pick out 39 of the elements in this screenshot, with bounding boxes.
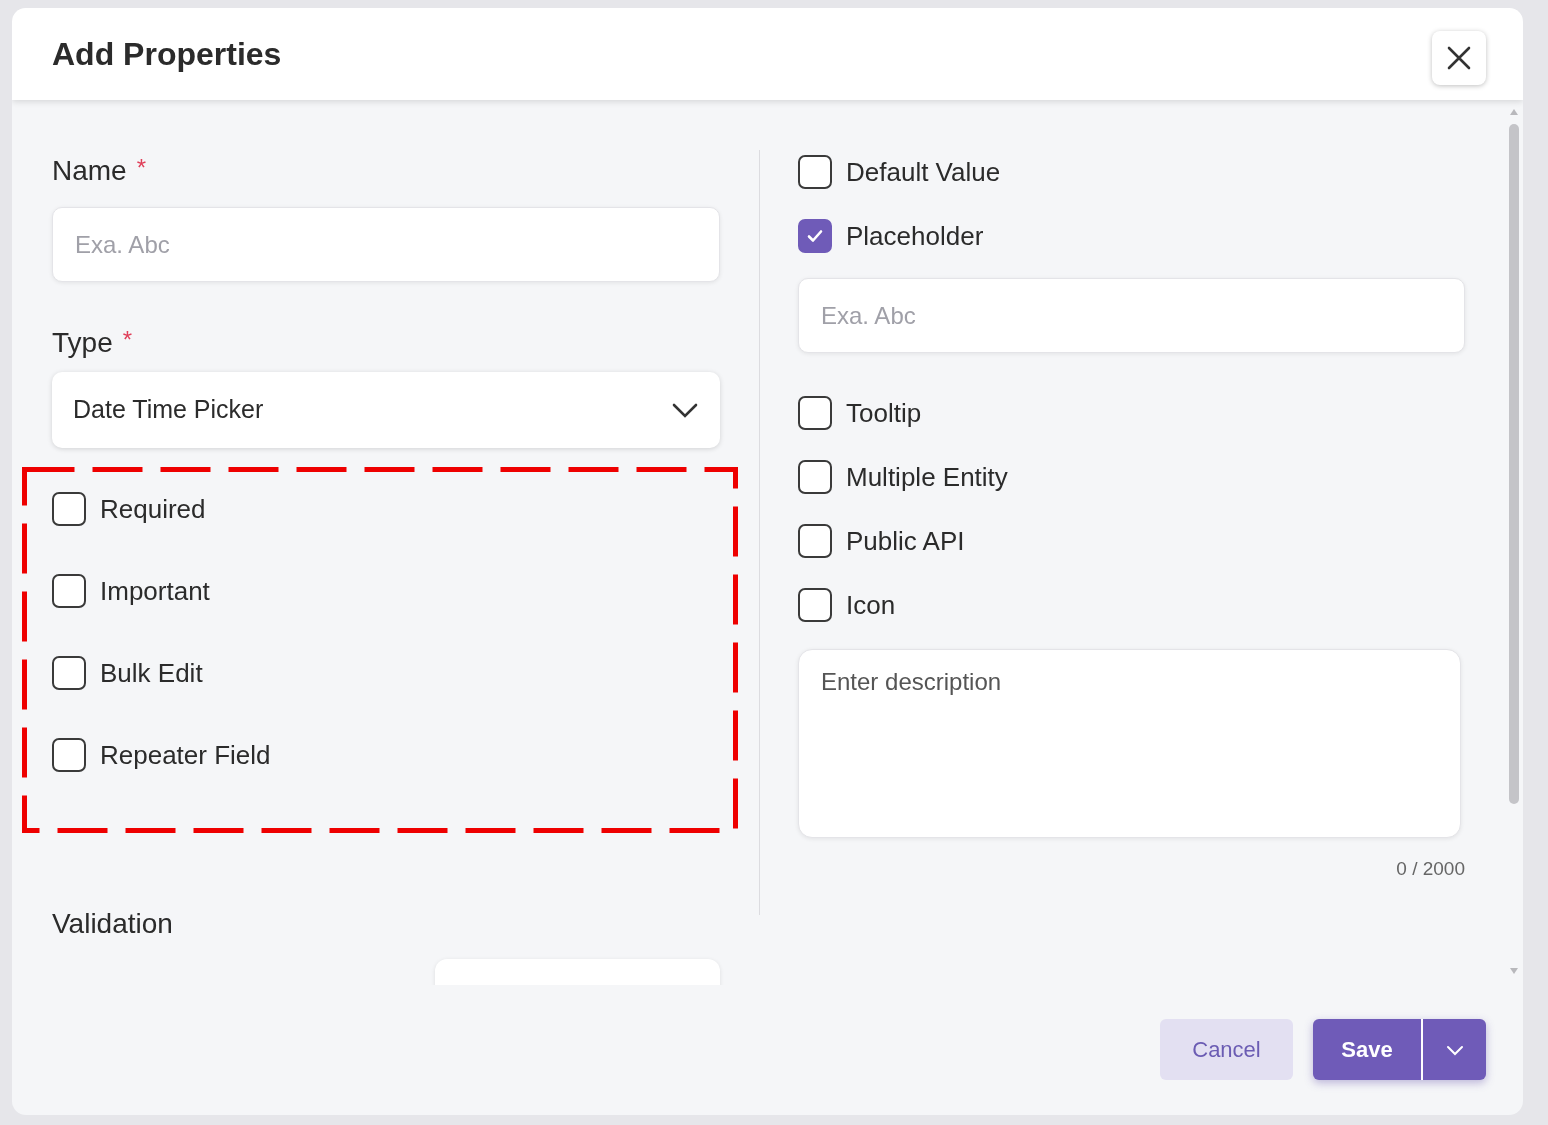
checkbox[interactable]	[798, 460, 832, 494]
field-label: Name	[52, 154, 127, 188]
checkbox[interactable]	[52, 492, 86, 526]
dialog-title: Add Properties	[52, 35, 282, 74]
checkbox-label: Public API	[846, 524, 965, 558]
close-icon	[1446, 45, 1472, 71]
chevron-down-icon	[671, 401, 699, 419]
checkbox-label: Tooltip	[846, 396, 922, 430]
name-input[interactable]: Exa. Abc	[52, 207, 720, 282]
checkbox[interactable]	[798, 155, 832, 189]
scroll-up-arrow-icon	[1509, 108, 1519, 116]
checkbox-label: Icon	[846, 588, 896, 622]
description-textarea[interactable]: Enter description	[798, 649, 1461, 838]
checkbox[interactable]	[798, 588, 832, 622]
checkbox[interactable]	[52, 656, 86, 690]
checkbox-label: Important	[100, 574, 210, 608]
required-asterisk: *	[122, 325, 133, 355]
checkbox-label: Bulk Edit	[100, 656, 203, 690]
checkbox-label: Required	[100, 492, 206, 526]
checkbox-label: Multiple Entity	[846, 460, 1008, 494]
section-title: Validation	[52, 907, 174, 941]
checkbox[interactable]	[52, 738, 86, 772]
close-button[interactable]	[1432, 31, 1486, 85]
checkbox-label: Repeater Field	[100, 738, 271, 772]
scroll-down-arrow-icon	[1509, 967, 1519, 975]
checkbox[interactable]	[798, 396, 832, 430]
character-counter: 0 / 2000	[1396, 857, 1465, 881]
checkbox[interactable]	[798, 524, 832, 558]
checkbox[interactable]	[798, 219, 832, 253]
checkbox-label: Placeholder	[846, 219, 984, 253]
cancel-button[interactable]: Cancel	[1160, 1019, 1293, 1080]
checkbox[interactable]	[52, 574, 86, 608]
required-asterisk: *	[136, 153, 147, 183]
save-button[interactable]: Save	[1313, 1019, 1423, 1080]
type-select[interactable]: Date Time Picker	[52, 372, 720, 448]
chevron-down-icon	[1444, 1043, 1465, 1056]
field-label: Type	[52, 326, 113, 360]
placeholder-input[interactable]: Exa. Abc	[798, 278, 1465, 353]
checkbox-label: Default Value	[846, 155, 1001, 189]
